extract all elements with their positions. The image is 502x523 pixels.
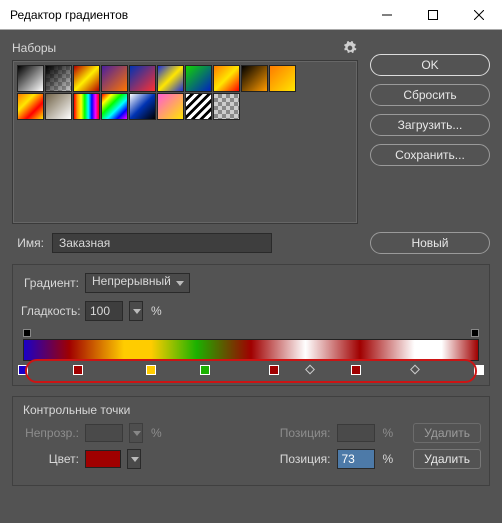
opacity-input: [85, 424, 123, 442]
color-stop-track[interactable]: [23, 361, 479, 375]
reset-button[interactable]: Сбросить: [370, 84, 490, 106]
color-picker-dropdown[interactable]: [127, 449, 141, 469]
opacity-stop-track[interactable]: [23, 329, 479, 339]
color-stop[interactable]: [351, 365, 361, 375]
name-label: Имя:: [12, 236, 44, 250]
preset-swatch[interactable]: [185, 65, 212, 92]
ok-button[interactable]: OK: [370, 54, 490, 76]
color-stop[interactable]: [200, 365, 210, 375]
preset-swatch[interactable]: [241, 65, 268, 92]
midpoint-handle[interactable]: [305, 365, 315, 375]
color-stop[interactable]: [18, 365, 28, 375]
smoothness-label: Гладкость:: [21, 304, 79, 318]
smoothness-stepper[interactable]: [129, 301, 143, 321]
opacity-position-input: [337, 424, 375, 442]
gear-icon[interactable]: [342, 40, 358, 56]
save-button[interactable]: Сохранить...: [370, 144, 490, 166]
color-position-label: Позиция:: [280, 452, 331, 466]
presets-header: Наборы: [12, 40, 358, 56]
preset-swatch[interactable]: [17, 93, 44, 120]
preset-swatch[interactable]: [45, 65, 72, 92]
stops-panel: Контрольные точки Непрозр.: % Позиция: %…: [12, 396, 490, 486]
preset-swatch[interactable]: [269, 65, 296, 92]
midpoint-handle[interactable]: [410, 365, 420, 375]
preset-swatch[interactable]: [129, 93, 156, 120]
preset-swatch[interactable]: [185, 93, 212, 120]
preset-swatch[interactable]: [73, 65, 100, 92]
preset-swatch[interactable]: [129, 65, 156, 92]
percent-label: %: [383, 452, 394, 466]
window-title: Редактор градиентов: [10, 8, 364, 22]
color-stop[interactable]: [146, 365, 156, 375]
preset-swatch[interactable]: [45, 93, 72, 120]
maximize-button[interactable]: [410, 0, 456, 30]
smoothness-input[interactable]: [85, 301, 123, 321]
opacity-position-label: Позиция:: [280, 426, 331, 440]
load-button[interactable]: Загрузить...: [370, 114, 490, 136]
opacity-stop[interactable]: [23, 329, 31, 337]
color-stop[interactable]: [269, 365, 279, 375]
color-swatch[interactable]: [85, 450, 121, 468]
opacity-label: Непрозр.:: [21, 426, 79, 440]
opacity-stop[interactable]: [471, 329, 479, 337]
opacity-stepper: [129, 423, 143, 443]
stops-title: Контрольные точки: [23, 403, 481, 417]
preset-swatch[interactable]: [213, 65, 240, 92]
gradient-editor[interactable]: [23, 329, 479, 375]
percent-label: %: [151, 426, 162, 440]
preset-swatch[interactable]: [101, 65, 128, 92]
color-label: Цвет:: [21, 452, 79, 466]
percent-label: %: [383, 426, 394, 440]
presets-grid: [12, 60, 358, 224]
color-stop[interactable]: [73, 365, 83, 375]
preset-swatch[interactable]: [157, 65, 184, 92]
preset-swatch[interactable]: [17, 65, 44, 92]
color-stop[interactable]: [474, 365, 484, 375]
preset-swatch[interactable]: [157, 93, 184, 120]
minimize-button[interactable]: [364, 0, 410, 30]
gradient-bar[interactable]: [23, 339, 479, 361]
name-input[interactable]: [52, 233, 272, 253]
color-position-input[interactable]: [337, 449, 375, 469]
preset-swatch[interactable]: [101, 93, 128, 120]
preset-swatch[interactable]: [73, 93, 100, 120]
close-button[interactable]: [456, 0, 502, 30]
gradient-type-label: Градиент:: [21, 276, 79, 290]
delete-opacity-stop-button: Удалить: [413, 423, 481, 443]
percent-label: %: [151, 304, 162, 318]
new-button[interactable]: Новый: [370, 232, 490, 254]
gradient-panel: Градиент: Непрерывный Гладкость: %: [12, 264, 490, 386]
preset-swatch[interactable]: [213, 93, 240, 120]
delete-color-stop-button[interactable]: Удалить: [413, 449, 481, 469]
gradient-type-select[interactable]: Непрерывный: [85, 273, 190, 293]
title-bar: Редактор градиентов: [0, 0, 502, 30]
presets-label: Наборы: [12, 41, 342, 55]
